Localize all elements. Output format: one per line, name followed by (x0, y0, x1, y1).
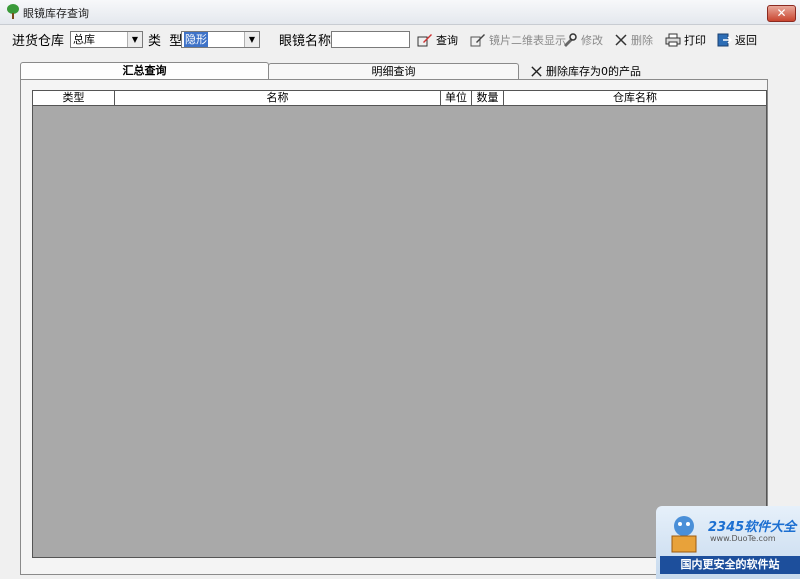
printer-icon (665, 33, 681, 47)
column-header-warehouse-name[interactable]: 仓库名称 (504, 91, 766, 105)
back-label: 返回 (735, 34, 757, 47)
column-header-quantity[interactable]: 数量 (472, 91, 504, 105)
close-button[interactable]: ✕ (767, 5, 796, 22)
title-bar: 眼镜库存查询 ✕ (0, 0, 800, 25)
ant-mascot-icon (671, 516, 697, 553)
delete-label: 删除 (631, 34, 653, 47)
query-button[interactable]: 查询 (417, 31, 458, 49)
chevron-down-icon[interactable]: ▼ (244, 32, 259, 47)
delete-zero-stock-label: 删除库存为0的产品 (546, 65, 641, 78)
pencil-icon (417, 34, 432, 47)
tab-detail[interactable]: 明细查询 (268, 63, 519, 80)
column-header-type[interactable]: 类型 (33, 91, 115, 105)
warehouse-label: 进货仓库 (12, 34, 65, 49)
x-icon (531, 65, 542, 77)
watermark: 2345软件大全 www.DuoTe.com 国内更安全的软件站 (656, 506, 800, 579)
grid-header: 类型 名称 单位 数量 仓库名称 (33, 91, 766, 106)
glasses-name-input[interactable] (331, 31, 410, 48)
watermark-slogan: 国内更安全的软件站 (660, 556, 800, 574)
print-label: 打印 (684, 34, 706, 47)
back-button[interactable]: 返回 (716, 31, 757, 49)
warehouse-select-value: 总库 (73, 33, 95, 46)
lens-grid-label: 镜片二维表显示 (489, 34, 566, 47)
lens-grid-button[interactable]: 镜片二维表显示 (470, 31, 566, 49)
glasses-name-label: 眼镜名称 (279, 34, 332, 49)
warehouse-select[interactable]: 总库 ▼ (70, 31, 143, 48)
delete-button[interactable]: 删除 (614, 31, 653, 49)
inventory-grid[interactable]: 类型 名称 单位 数量 仓库名称 (32, 90, 767, 558)
modify-button[interactable]: 修改 (562, 31, 603, 49)
column-header-unit[interactable]: 单位 (441, 91, 472, 105)
watermark-url: www.DuoTe.com (710, 534, 776, 543)
chevron-down-icon[interactable]: ▼ (127, 32, 142, 47)
modify-label: 修改 (581, 34, 603, 47)
type-select[interactable]: 隐形 ▼ (181, 31, 260, 48)
delete-zero-stock-button[interactable]: 删除库存为0的产品 (530, 62, 641, 80)
window-title: 眼镜库存查询 (23, 7, 89, 20)
type-select-value: 隐形 (184, 32, 208, 47)
type-label: 类 型 (148, 34, 183, 49)
watermark-logo: 2345软件大全 (708, 520, 797, 535)
edit-icon (470, 34, 485, 47)
column-header-name[interactable]: 名称 (115, 91, 441, 105)
query-label: 查询 (436, 34, 458, 47)
print-button[interactable]: 打印 (665, 31, 706, 49)
x-icon (615, 34, 627, 46)
exit-door-icon (717, 33, 732, 47)
tools-icon (564, 33, 577, 47)
tree-icon (7, 4, 19, 19)
